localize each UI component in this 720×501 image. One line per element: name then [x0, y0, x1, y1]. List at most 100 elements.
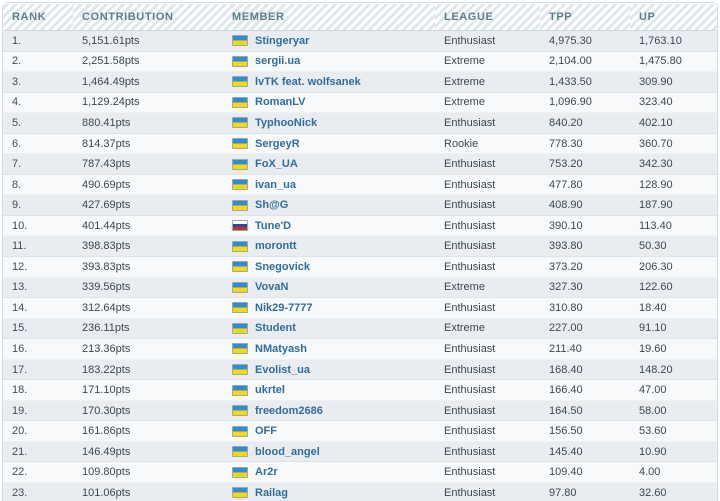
cell-contribution: 161.86pts — [73, 420, 223, 442]
cell-member: TyphooNick — [223, 112, 435, 134]
table-row[interactable]: 7. 787.43pts FoX_UA Enthusiast 753.20 342.30 — [3, 153, 717, 175]
member-link[interactable]: blood_angel — [255, 446, 320, 458]
member-link[interactable]: Evolist_ua — [255, 364, 310, 376]
cell-up: 402.10 — [630, 112, 717, 134]
member-link[interactable]: sergii.ua — [255, 55, 300, 67]
column-header-up[interactable]: UP — [630, 3, 717, 31]
cell-league: Extreme — [435, 91, 540, 114]
table-row[interactable]: 18. 171.10pts ukrtel Enthusiast 166.40 47.00 — [3, 379, 717, 401]
cell-member: RomanLV — [223, 91, 435, 114]
cell-member: VovaN — [223, 276, 435, 299]
cell-league: Extreme — [435, 50, 540, 73]
column-header-league[interactable]: LEAGUE — [435, 3, 540, 31]
flag-ukraine-icon — [232, 117, 248, 129]
member-link[interactable]: ivan_ua — [255, 179, 296, 191]
member-cell: freedom2686 — [232, 405, 435, 417]
cell-up: 206.30 — [630, 256, 717, 278]
member-cell: Sh@G — [232, 199, 435, 211]
cell-member: NMatyash — [223, 338, 435, 360]
cell-rank: 15. — [3, 317, 73, 340]
table-row[interactable]: 10. 401.44pts Tune'D Enthusiast 390.10 113.40 — [3, 214, 717, 237]
cell-rank: 21. — [3, 440, 73, 463]
cell-league: Enthusiast — [435, 379, 540, 401]
table-row[interactable]: 3. 1,464.49pts lvTK feat. wolfsanek Extreme… — [3, 71, 717, 93]
cell-rank: 19. — [3, 399, 73, 422]
table-row[interactable]: 16. 213.36pts NMatyash Enthusiast 211.40 19.6… — [3, 338, 717, 360]
table-row[interactable]: 13. 339.56pts VovaN Extreme 327.30 122.60 — [3, 276, 717, 299]
table-row[interactable]: 17. 183.22pts Evolist_ua Enthusiast 168.40 14… — [3, 358, 717, 381]
table-row[interactable]: 2. 2,251.58pts sergii.ua Extreme 2,104.00 1,4… — [3, 50, 717, 73]
table-row[interactable]: 20. 161.86pts OFF Enthusiast 156.50 53.60 — [3, 420, 717, 442]
column-header-up-label: UP — [639, 10, 656, 23]
member-link[interactable]: RomanLV — [255, 96, 306, 108]
member-cell: VovaN — [232, 281, 435, 293]
cell-tpp: 164.50 — [540, 399, 630, 422]
flag-ukraine-icon — [232, 96, 248, 108]
column-header-rank[interactable]: RANK — [3, 3, 73, 31]
table-row[interactable]: 19. 170.30pts freedom2686 Enthusiast 164.50 5… — [3, 399, 717, 422]
table-row[interactable]: 8. 490.69pts ivan_ua Enthusiast 477.80 128.90 — [3, 173, 717, 196]
table-row[interactable]: 15. 236.11pts Student Extreme 227.00 91.10 — [3, 317, 717, 340]
member-link[interactable]: Tune'D — [255, 220, 291, 232]
table-row[interactable]: 9. 427.69pts Sh@G Enthusiast 408.90 187.90 — [3, 194, 717, 216]
member-link[interactable]: freedom2686 — [255, 405, 323, 417]
member-link[interactable]: NMatyash — [255, 343, 307, 355]
table-row[interactable]: 21. 146.49pts blood_angel Enthusiast 145.40 1… — [3, 440, 717, 463]
flag-ukraine-icon — [232, 302, 248, 314]
table-row[interactable]: 11. 398.83pts morontt Enthusiast 393.80 50.30 — [3, 235, 717, 258]
cell-up: 47.00 — [630, 379, 717, 401]
cell-league: Enthusiast — [435, 173, 540, 196]
cell-contribution: 101.06pts — [73, 482, 223, 501]
member-cell: Stingeryar — [232, 35, 435, 47]
cell-contribution: 398.83pts — [73, 235, 223, 258]
cell-member: Evolist_ua — [223, 358, 435, 381]
member-link[interactable]: SergeyR — [255, 138, 300, 150]
member-link[interactable]: lvTK feat. wolfsanek — [255, 76, 361, 88]
member-link[interactable]: VovaN — [255, 281, 288, 293]
member-cell: sergii.ua — [232, 55, 435, 67]
table-row[interactable]: 14. 312.64pts Nik29-7777 Enthusiast 310.80 18… — [3, 297, 717, 319]
member-link[interactable]: Sh@G — [255, 199, 288, 211]
table-header-row: RANK CONTRIBUTION MEMBER LEAGUE TPP UP — [3, 3, 717, 31]
cell-up: 1,475.80 — [630, 50, 717, 73]
table-row[interactable]: 6. 814.37pts SergeyR Rookie 778.30 360.70 — [3, 132, 717, 155]
column-header-member[interactable]: MEMBER — [223, 3, 435, 31]
member-cell: SergeyR — [232, 138, 435, 150]
cell-tpp: 390.10 — [540, 214, 630, 237]
member-link[interactable]: Snegovick — [255, 261, 310, 273]
table-row[interactable]: 12. 393.83pts Snegovick Enthusiast 373.20 206… — [3, 256, 717, 278]
member-link[interactable]: Railag — [255, 487, 288, 499]
column-header-contribution[interactable]: CONTRIBUTION — [73, 3, 223, 31]
member-link[interactable]: Ar2r — [255, 466, 278, 478]
member-link[interactable]: ukrtel — [255, 384, 285, 396]
table-row[interactable]: 5. 880.41pts TyphooNick Enthusiast 840.20 402… — [3, 112, 717, 134]
flag-ukraine-icon — [232, 384, 248, 396]
member-link[interactable]: TyphooNick — [255, 117, 317, 129]
cell-contribution: 171.10pts — [73, 379, 223, 401]
cell-up: 19.60 — [630, 338, 717, 360]
table-row[interactable]: 22. 109.80pts Ar2r Enthusiast 109.40 4.00 — [3, 461, 717, 484]
cell-contribution: 490.69pts — [73, 173, 223, 196]
member-link[interactable]: Nik29-7777 — [255, 302, 313, 314]
member-link[interactable]: OFF — [255, 425, 277, 437]
leaderboard-container: RANK CONTRIBUTION MEMBER LEAGUE TPP UP 1… — [0, 0, 720, 501]
member-link[interactable]: FoX_UA — [255, 158, 298, 170]
table-row[interactable]: 1. 5,151.61pts Stingeryar Enthusiast 4,975.3… — [3, 30, 717, 52]
table-row[interactable]: 23. 101.06pts Railag Enthusiast 97.80 32.60 — [3, 482, 717, 501]
member-link[interactable]: Student — [255, 322, 296, 334]
cell-tpp: 211.40 — [540, 338, 630, 360]
column-header-tpp[interactable]: TPP — [540, 3, 630, 31]
cell-tpp: 477.80 — [540, 173, 630, 196]
member-cell: Tune'D — [232, 220, 435, 232]
cell-league: Enthusiast — [435, 214, 540, 237]
cell-member: OFF — [223, 420, 435, 442]
cell-tpp: 109.40 — [540, 461, 630, 484]
member-link[interactable]: morontt — [255, 240, 297, 252]
member-link[interactable]: Stingeryar — [255, 35, 309, 47]
table-row[interactable]: 4. 1,129.24pts RomanLV Extreme 1,096.90 323.4… — [3, 91, 717, 114]
cell-rank: 6. — [3, 132, 73, 155]
flag-ukraine-icon — [232, 76, 248, 88]
table-header: RANK CONTRIBUTION MEMBER LEAGUE TPP UP — [3, 3, 717, 31]
cell-member: blood_angel — [223, 440, 435, 463]
cell-contribution: 146.49pts — [73, 440, 223, 463]
